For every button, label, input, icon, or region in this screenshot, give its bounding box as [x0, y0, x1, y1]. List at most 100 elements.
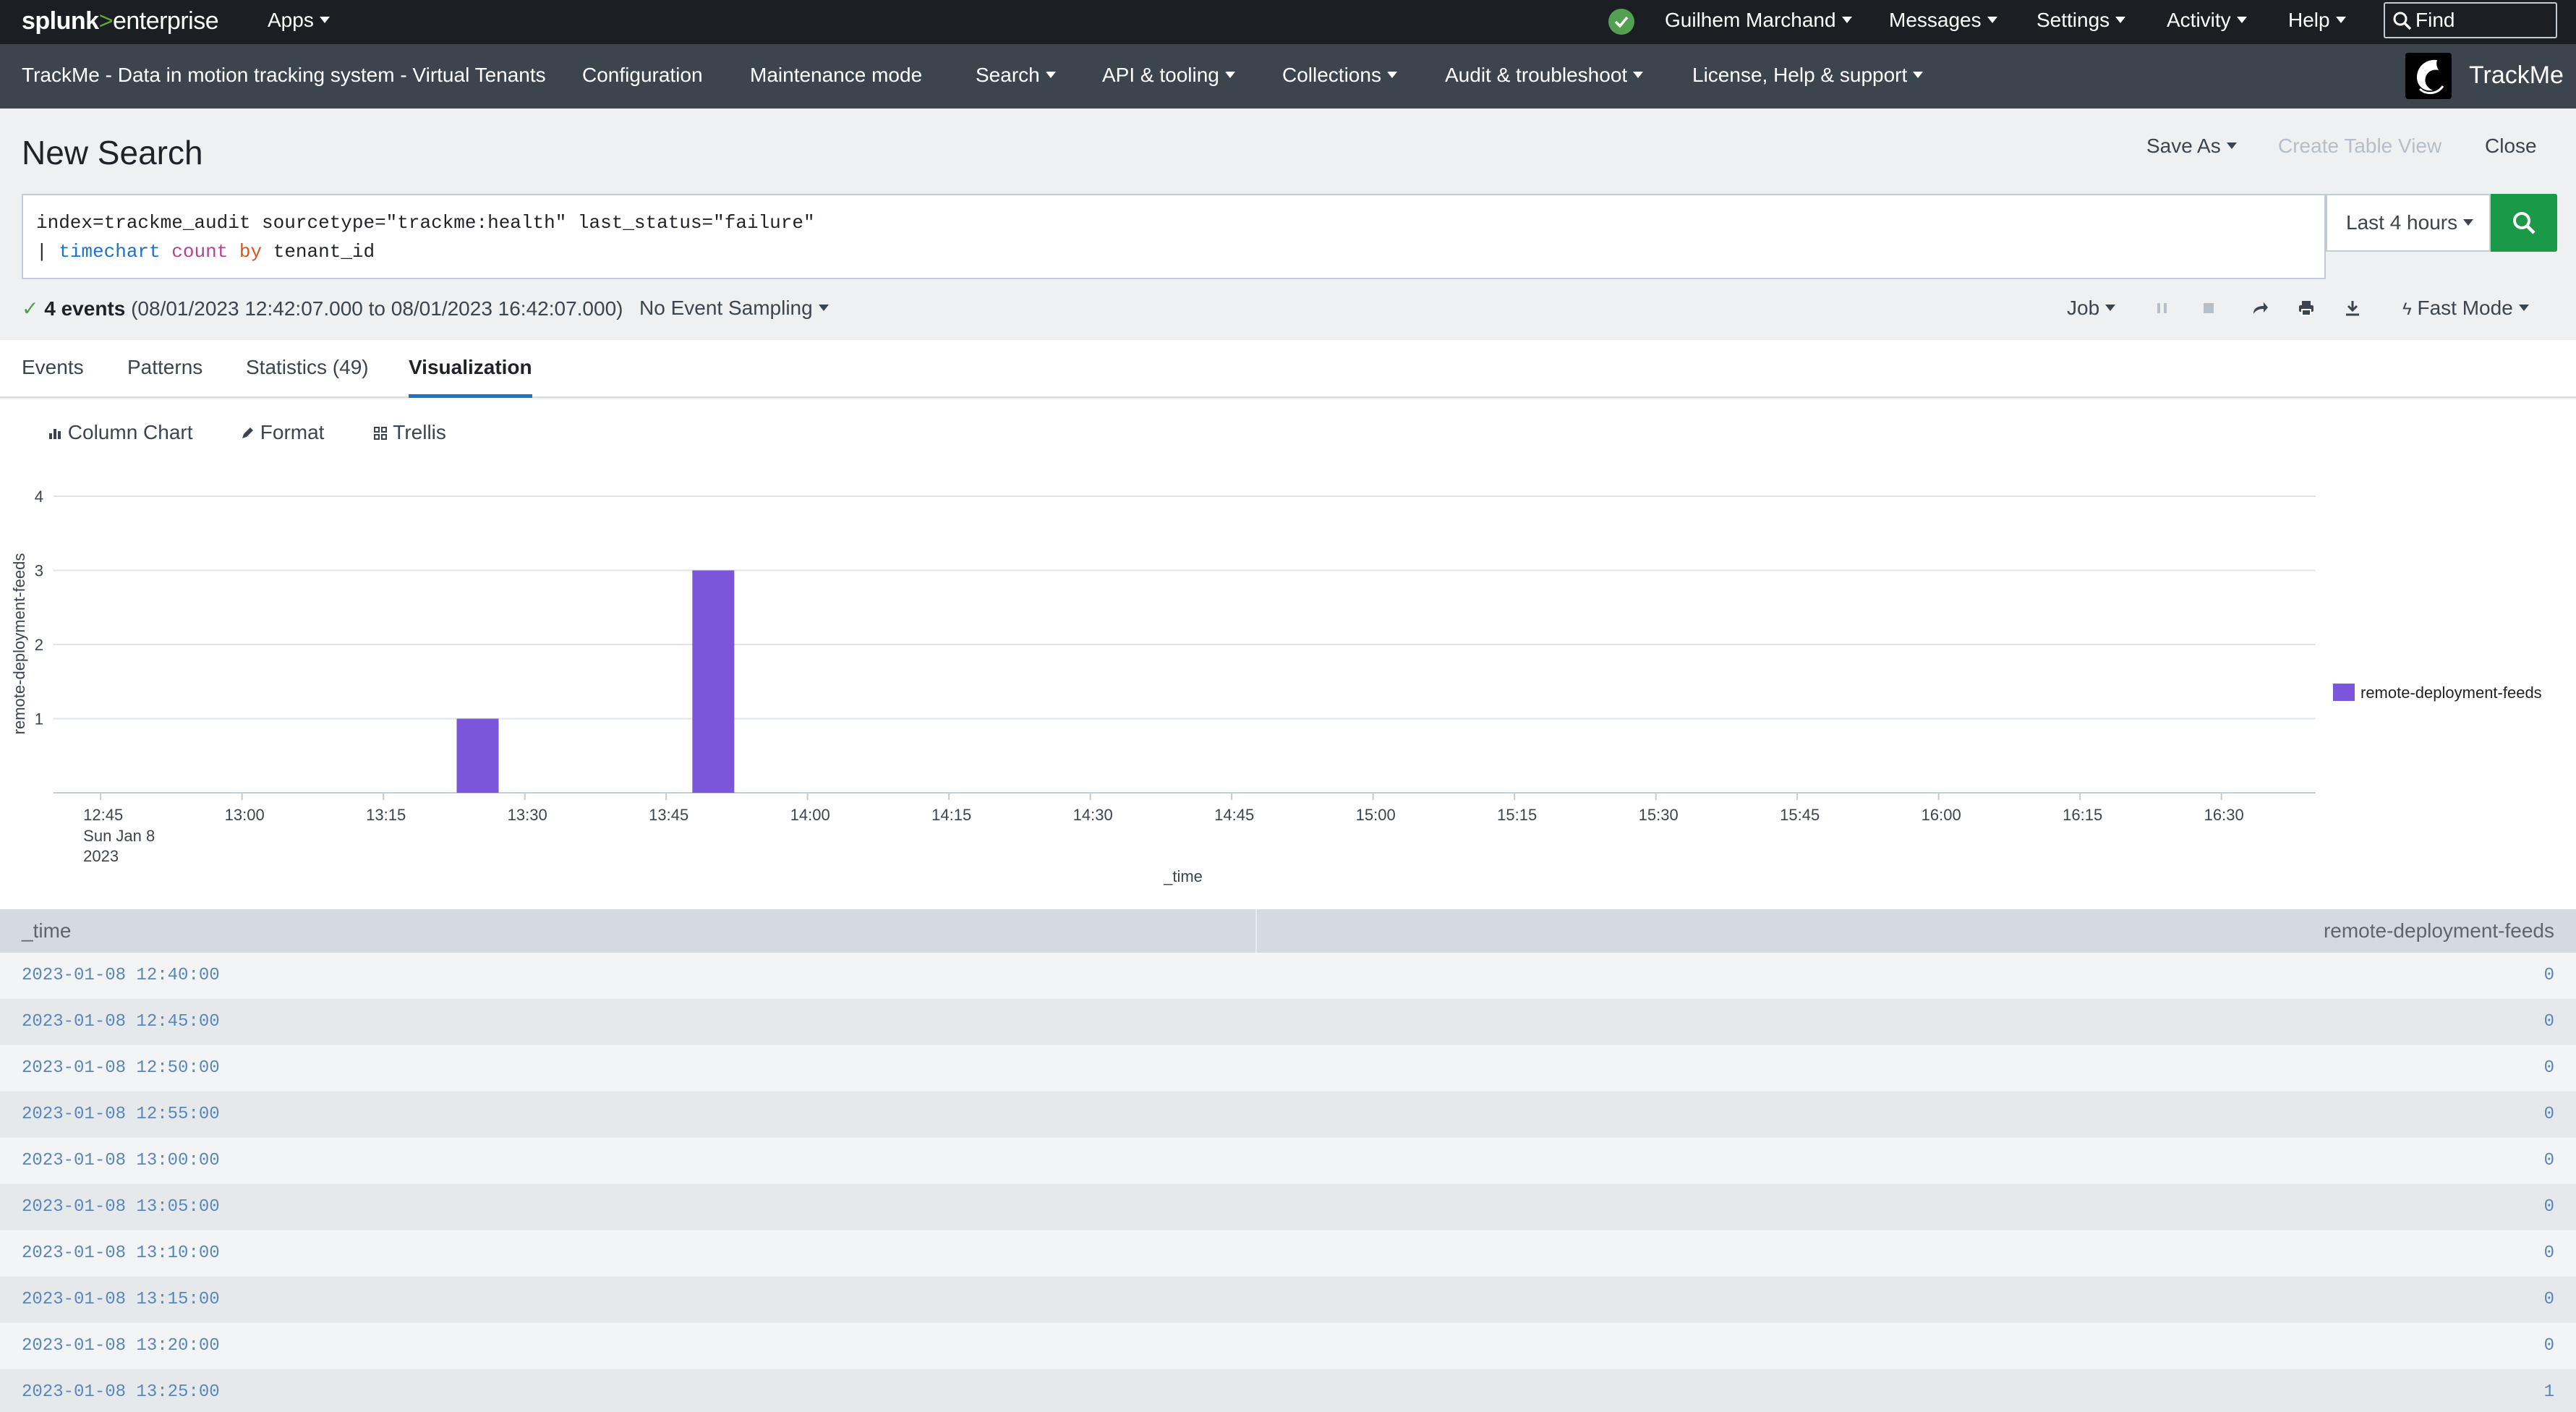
user-menu[interactable]: Guilhem Marchand: [1665, 0, 1852, 44]
tab-patterns[interactable]: Patterns: [127, 340, 202, 398]
chevron-down-icon: [1224, 72, 1235, 79]
event-count[interactable]: 4 events: [44, 297, 125, 320]
close-button[interactable]: Close: [2485, 135, 2537, 158]
table-row[interactable]: 2023-01-08 12:55:00 0: [0, 1092, 2576, 1138]
trellis-grid-icon: [374, 427, 387, 440]
search-mode-dropdown[interactable]: ϟ Fast Mode: [2402, 297, 2529, 320]
share-icon[interactable]: [2251, 299, 2269, 317]
search-button[interactable]: [2491, 194, 2557, 252]
apps-menu[interactable]: Apps: [268, 0, 330, 44]
chevron-down-icon: [2105, 305, 2116, 312]
x-tick-label: 16:00: [1922, 806, 1961, 824]
nav-item-collections[interactable]: Collections: [1282, 44, 1397, 109]
cell-count[interactable]: 0: [2544, 1045, 2554, 1092]
tab-statistics[interactable]: Statistics (49): [246, 340, 369, 398]
nav-item-audit-troubleshoot[interactable]: Audit & troubleshoot: [1445, 44, 1644, 109]
cell-count[interactable]: 0: [2544, 1138, 2554, 1184]
nav-item-api-tooling[interactable]: API & tooling: [1102, 44, 1235, 109]
messages-menu[interactable]: Messages: [1889, 0, 1997, 44]
time-range-picker[interactable]: Last 4 hours: [2326, 194, 2491, 252]
table-row[interactable]: 2023-01-08 13:05:00 0: [0, 1184, 2576, 1230]
cell-time[interactable]: 2023-01-08 13:15:00: [22, 1277, 220, 1323]
cell-count[interactable]: 0: [2544, 1092, 2554, 1138]
print-icon[interactable]: [2297, 299, 2316, 317]
tab-visualization[interactable]: Visualization: [409, 340, 532, 398]
cell-time[interactable]: 2023-01-08 12:50:00: [22, 1045, 220, 1092]
chevron-down-icon: [1045, 72, 1056, 79]
x-tick-label: 14:45: [1214, 806, 1254, 824]
export-icon[interactable]: [2343, 299, 2362, 317]
chart-bar[interactable]: [692, 570, 735, 794]
activity-menu[interactable]: Activity: [2167, 0, 2247, 44]
nav-item-license-help-support[interactable]: License, Help & support: [1692, 44, 1924, 109]
cell-count[interactable]: 0: [2544, 1230, 2554, 1277]
nav-item-search[interactable]: Search: [976, 44, 1056, 109]
pause-icon[interactable]: [2155, 299, 2170, 317]
table-row[interactable]: 2023-01-08 13:00:00 0: [0, 1138, 2576, 1184]
table-row[interactable]: 2023-01-08 12:45:00 0: [0, 999, 2576, 1045]
legend-swatch: [2333, 684, 2355, 701]
app-navigation-bar: TrackMe - Data in motion tracking system…: [0, 44, 2576, 109]
cell-time[interactable]: 2023-01-08 13:20:00: [22, 1323, 220, 1369]
nav-item-configuration[interactable]: Configuration: [582, 44, 703, 109]
cell-count[interactable]: 0: [2544, 999, 2554, 1045]
event-sampling-dropdown[interactable]: No Event Sampling: [639, 297, 829, 320]
cell-time[interactable]: 2023-01-08 12:55:00: [22, 1092, 220, 1138]
lightning-icon: ϟ: [2402, 299, 2412, 319]
chevron-down-icon: [1633, 72, 1644, 79]
y-tick-label: 1: [35, 710, 43, 728]
cell-time[interactable]: 2023-01-08 13:10:00: [22, 1230, 220, 1277]
table-row[interactable]: 2023-01-08 12:40:00 0: [0, 953, 2576, 999]
query-line-2: | timechart count by tenant_id: [36, 241, 375, 263]
stop-icon[interactable]: [2201, 299, 2216, 317]
table-row[interactable]: 2023-01-08 13:10:00 0: [0, 1230, 2576, 1277]
create-table-view-button[interactable]: Create Table View: [2278, 135, 2441, 158]
check-icon: [1614, 16, 1629, 28]
cell-count[interactable]: 1: [2544, 1369, 2554, 1412]
cell-time[interactable]: 2023-01-08 13:25:00: [22, 1369, 220, 1412]
cell-count[interactable]: 0: [2544, 1323, 2554, 1369]
table-row[interactable]: 2023-01-08 13:25:00 1: [0, 1369, 2576, 1412]
cell-time[interactable]: 2023-01-08 12:45:00: [22, 999, 220, 1045]
cell-count[interactable]: 0: [2544, 1277, 2554, 1323]
table-row[interactable]: 2023-01-08 13:15:00 0: [0, 1277, 2576, 1323]
settings-menu[interactable]: Settings: [2037, 0, 2126, 44]
chart-type-button[interactable]: Column Chart: [48, 421, 193, 444]
column-chart: 1 2 3 4 12:45 13:00 13:15 13:30 13:45 14:00 14:15…: [10, 488, 2542, 885]
cell-time[interactable]: 2023-01-08 13:00:00: [22, 1138, 220, 1184]
save-as-button[interactable]: Save As: [2146, 135, 2237, 158]
x-tick-label: 15:30: [1639, 806, 1679, 824]
trackme-brand[interactable]: TrackMe: [2469, 44, 2564, 109]
tab-events[interactable]: Events: [22, 340, 84, 398]
cell-time[interactable]: 2023-01-08 13:05:00: [22, 1184, 220, 1230]
chart-bar[interactable]: [456, 718, 499, 794]
cell-time[interactable]: 2023-01-08 12:40:00: [22, 953, 220, 999]
table-row[interactable]: 2023-01-08 13:20:00 0: [0, 1323, 2576, 1369]
help-menu[interactable]: Help: [2288, 0, 2346, 44]
trellis-button[interactable]: Trellis: [373, 421, 446, 444]
cell-count[interactable]: 0: [2544, 1184, 2554, 1230]
time-range-text: (08/01/2023 12:42:07.000 to 08/01/2023 1…: [131, 297, 623, 320]
nav-item-virtual-tenants[interactable]: TrackMe - Data in motion tracking system…: [22, 44, 546, 109]
find-box[interactable]: [2384, 2, 2557, 38]
health-ok-icon[interactable]: [1608, 9, 1634, 35]
column-header-time[interactable]: _time: [22, 909, 71, 953]
table-row[interactable]: 2023-01-08 12:50:00 0: [0, 1045, 2576, 1092]
splunk-logo[interactable]: splunk>enterprise: [22, 4, 219, 38]
chart-legend[interactable]: remote-deployment-feeds: [2333, 684, 2542, 702]
x-tick-label: 14:15: [931, 806, 971, 824]
job-menu[interactable]: Job: [2067, 297, 2116, 320]
x-tick-label: 16:30: [2204, 806, 2244, 824]
format-button[interactable]: Format: [240, 421, 324, 444]
search-query-editor[interactable]: index=trackme_audit sourcetype="trackme:…: [22, 194, 2326, 279]
y-tick-label: 3: [35, 562, 43, 580]
column-header-remote-deployment-feeds[interactable]: remote-deployment-feeds: [2324, 909, 2554, 953]
job-status: ✓ 4 events (08/01/2023 12:42:07.000 to 0…: [22, 297, 623, 320]
cell-count[interactable]: 0: [2544, 953, 2554, 999]
nav-item-maintenance-mode[interactable]: Maintenance mode: [750, 44, 922, 109]
pencil-icon: [242, 428, 253, 438]
find-input[interactable]: [2415, 8, 2553, 33]
chevron-down-icon: [2236, 17, 2247, 24]
chevron-down-icon: [2226, 143, 2237, 150]
x-tick-label: 15:15: [1497, 806, 1537, 824]
